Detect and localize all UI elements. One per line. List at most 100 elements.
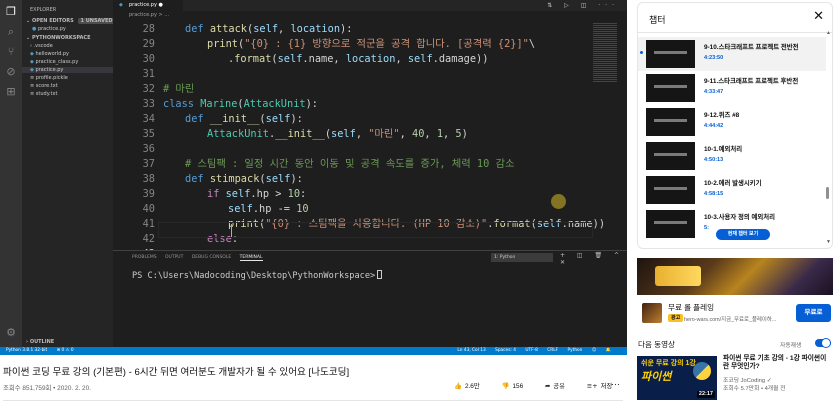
tab-terminal[interactable]: TERMINAL [239, 255, 263, 261]
ad-title[interactable]: 무료 롤 플레잉 [668, 302, 714, 313]
tab-output[interactable]: OUTPUT [165, 255, 183, 260]
chapters-header: 챕터 ✕ [638, 3, 832, 33]
chapter-time[interactable]: 5: [704, 225, 709, 231]
current-line-highlight [158, 222, 593, 238]
chapter-thumbnail [646, 176, 695, 204]
chapter-thumbnail [646, 210, 695, 238]
explorer-sidebar: EXPLORER ⌄ OPEN EDITORS 1 UNSAVED ● prac… [22, 0, 115, 347]
language-mode[interactable]: Python [568, 348, 583, 353]
file-item[interactable]: › .vscode [30, 43, 53, 49]
file-item[interactable]: ◆ helloworld.py [30, 51, 69, 57]
panel-actions[interactable]: + ◫ 🗑 ^ ✕ [560, 252, 627, 266]
tab-practice-py[interactable]: ◆ practice.py ● [113, 0, 183, 11]
chapter-item[interactable]: 10-1.예외처리 4:50:13 [638, 139, 826, 173]
terminal-prompt[interactable]: PS C:\Users\Nadocoding\Desktop\PythonWor… [132, 270, 383, 281]
video-player[interactable]: ❐ ⌕ ⑂ ⊘ ⊞ ⚙ EXPLORER ⌄ OPEN EDITORS 1 UN… [0, 0, 627, 355]
search-icon[interactable]: ⌕ [5, 26, 17, 38]
chapter-item[interactable]: 9-12.퀴즈 #8 4:44:42 [638, 105, 826, 139]
chapter-name: 9-10.스타크래프트 프로젝트 전반전 [704, 44, 799, 51]
encoding[interactable]: UTF-8 [525, 348, 538, 353]
terminal-cursor [377, 270, 383, 279]
notification-bell-icon[interactable]: 🔔 [606, 348, 611, 353]
chapter-item[interactable]: 9-11.스타크래프트 프로젝트 후반전 4:33:47 [638, 71, 826, 105]
terminal-select[interactable]: 1: Python [491, 253, 553, 262]
video-actions: 👍 2.6만 👎 156 ➦ 공유 ≡+ 저장 [454, 381, 632, 390]
open-editors-section[interactable]: ⌄ OPEN EDITORS 1 UNSAVED [26, 18, 115, 24]
chapter-time[interactable]: 4:50:13 [704, 157, 723, 163]
file-item[interactable]: ≡ profile.pickle [30, 75, 68, 81]
tab-bar: ◆ practice.py ● ⇅ ▷ ◫ ··· [113, 0, 627, 11]
file-item[interactable]: ≡ score.txt [30, 83, 58, 89]
settings-gear-icon[interactable]: ⚙ [5, 327, 17, 339]
breadcrumb[interactable]: practice.py > ... [129, 12, 169, 18]
file-item[interactable]: ◆ practice_class.py [30, 59, 78, 65]
problems-count[interactable]: ⊗ 0 ⚠ 0 [57, 348, 74, 353]
chapter-thumbnail [646, 142, 695, 170]
ad-url: hero-wars.com/지금_무료로_플레이하... [684, 317, 777, 323]
minimap[interactable] [593, 22, 617, 82]
text-cursor [231, 224, 232, 237]
chapter-item[interactable]: 9-10.스타크래프트 프로젝트 전반전 4:23:50 [638, 37, 826, 71]
file-item[interactable]: ≡ study.txt [30, 91, 57, 97]
outline-section[interactable]: › OUTLINE [26, 339, 54, 345]
video-duration: 22:17 [696, 391, 715, 398]
files-icon[interactable]: ❐ [5, 6, 17, 18]
python-logo-icon [693, 362, 711, 380]
debug-icon[interactable]: ⊘ [5, 66, 17, 78]
editor-actions[interactable]: ⇅ ▷ ◫ ··· [547, 0, 619, 11]
tab-problems[interactable]: PROBLEMS [132, 255, 157, 260]
code-editor[interactable]: ◆ practice.py ● ⇅ ▷ ◫ ··· practice.py > … [113, 0, 627, 347]
chapters-scrollbar[interactable] [826, 37, 829, 242]
ad-app-icon[interactable] [642, 303, 662, 323]
source-control-icon[interactable]: ⑂ [5, 46, 17, 58]
scroll-up-icon[interactable]: ▲ [826, 30, 831, 36]
chapter-thumbnail [646, 108, 695, 136]
terminal-panel[interactable]: PROBLEMS OUTPUT DEBUG CONSOLE TERMINAL 1… [113, 250, 627, 347]
code-line: def attack(self, location): [185, 23, 353, 35]
ad-banner-image[interactable] [637, 258, 833, 295]
line-ending[interactable]: CRLF [547, 348, 558, 353]
up-next-label: 다음 동영상 [638, 340, 676, 349]
autoplay-toggle[interactable] [815, 338, 831, 348]
extensions-icon[interactable]: ⊞ [5, 86, 17, 98]
ad-cta-button[interactable]: 무료로 [796, 304, 831, 322]
line-number: 39 [142, 188, 155, 200]
chapter-name: 10-3.사용자 정의 예외처리 [704, 214, 776, 221]
next-video-meta: 조회수 5.7만회 • 4개월 전 [723, 386, 786, 392]
like-button[interactable]: 👍 2.6만 [454, 382, 490, 390]
indentation[interactable]: Spaces: 4 [495, 348, 516, 353]
dislike-button[interactable]: 👎 156 [502, 382, 534, 390]
line-number: 41 [142, 218, 155, 230]
current-chapter-button[interactable]: 현재 챕터 보기 [716, 229, 770, 240]
chapter-thumbnail [646, 74, 695, 102]
line-number: 32 [142, 83, 155, 95]
chapter-time[interactable]: 4:58:15 [704, 191, 723, 197]
tab-debug-console[interactable]: DEBUG CONSOLE [192, 255, 231, 260]
open-editor-item[interactable]: ● practice.py [32, 26, 66, 32]
chapters-title: 챕터 [649, 15, 666, 25]
code-line: class Marine(AttackUnit): [163, 98, 319, 110]
share-button[interactable]: ➦ 공유 [545, 382, 575, 390]
line-number: 40 [142, 203, 155, 215]
chapter-item[interactable]: 10-2.에러 발생시키기 4:58:15 [638, 173, 826, 207]
next-video-thumbnail[interactable]: 쉬운 무료 강의 1강 파이썬 22:17 [637, 356, 717, 400]
workspace-section[interactable]: ⌄ PYTHONWORKSPACE [26, 35, 91, 41]
scroll-down-icon[interactable]: ▼ [826, 239, 831, 245]
chapter-time[interactable]: 4:33:47 [704, 89, 723, 95]
more-actions-button[interactable]: ··· [611, 379, 620, 389]
file-item-selected[interactable]: ◆ practice.py [22, 67, 113, 73]
chapter-time[interactable]: 4:44:42 [704, 123, 723, 129]
python-file-icon: ◆ [119, 2, 123, 8]
close-icon[interactable]: ✕ [813, 9, 824, 24]
chapter-name: 10-2.에러 발생시키기 [704, 180, 762, 187]
chapter-time[interactable]: 4:23:50 [704, 55, 723, 61]
chapter-name: 9-11.스타크래프트 프로젝트 후반전 [704, 78, 799, 85]
scrollbar-thumb[interactable] [826, 187, 829, 199]
python-interpreter[interactable]: Python 3.8.1 32-bit [6, 348, 47, 353]
code-line: # 스팀팩 : 일정 시간 동안 이동 및 공격 속도를 증가, 체력 10 감… [185, 158, 515, 170]
feedback-icon[interactable]: ☺ [592, 348, 596, 353]
cursor-position[interactable]: Ln 43, Col 13 [457, 348, 485, 353]
video-title: 파이썬 코딩 무료 강의 (기본편) - 6시간 뒤면 여러분도 개발자가 될 … [3, 367, 350, 378]
thumbnail-text: 쉬운 무료 강의 1강 [641, 360, 696, 367]
next-video-title[interactable]: 파이썬 무료 기초 강의 - 1강 파이썬이란 무엇인가? [723, 355, 831, 371]
